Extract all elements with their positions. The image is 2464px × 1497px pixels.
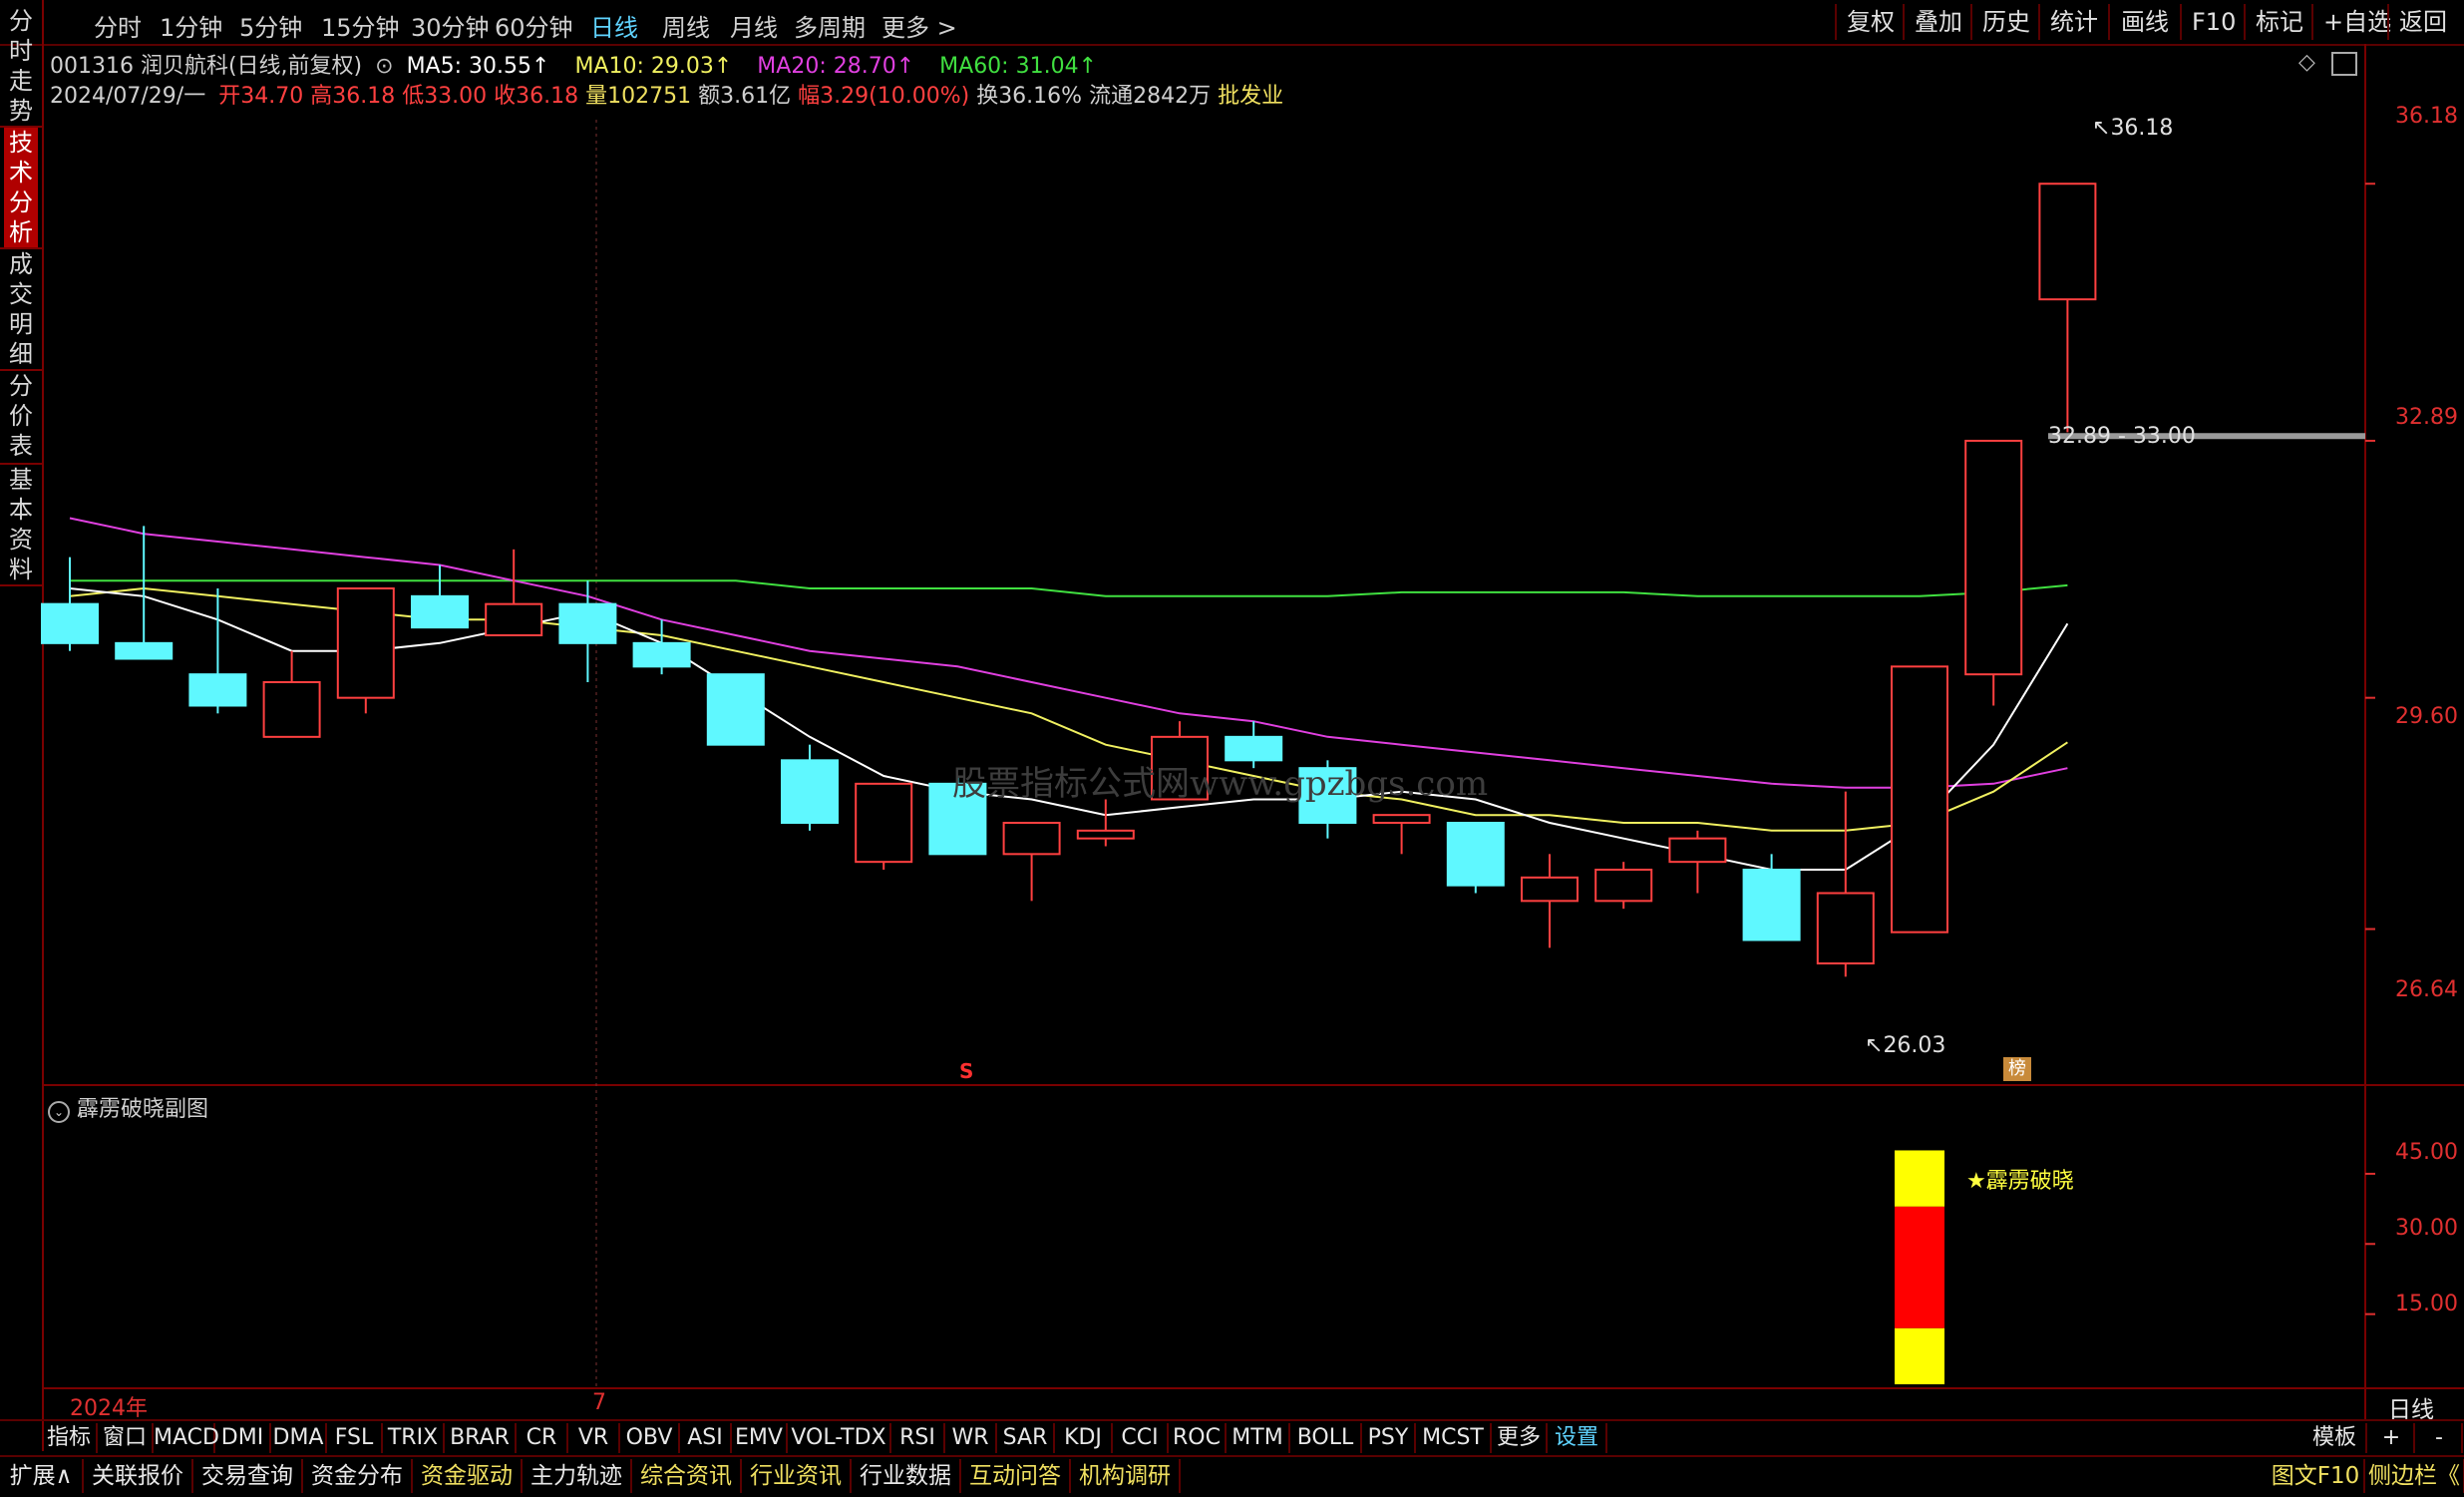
sub-axis-label: 45.00 (2395, 1140, 2458, 1165)
indicator-tab[interactable]: PSY (1362, 1423, 1416, 1453)
indicator-tab[interactable]: CCI (1113, 1423, 1169, 1453)
indicator-tab[interactable]: MTM (1227, 1423, 1290, 1453)
indicator-tab[interactable]: WR (945, 1423, 997, 1453)
indicator-tab[interactable]: 窗口 (98, 1423, 154, 1453)
indicator-tab[interactable]: 设置 (1548, 1423, 1607, 1453)
candle-body (1372, 814, 1431, 825)
candle-body (558, 602, 617, 644)
price-axis-label: 32.89 (2395, 405, 2458, 430)
candle-body (262, 681, 321, 738)
candle-body (1742, 869, 1801, 941)
sub-axis-label: 15.00 (2395, 1292, 2458, 1316)
indicator-right-button[interactable]: + (2369, 1423, 2415, 1453)
candle-body (1002, 822, 1061, 856)
function-tabs-bar: 扩展∧ 关联报价 交易查询 资金分布 资金驱动 主力轨迹 综合资讯 行业资讯 行业数据 互动问答机… (0, 1455, 2464, 1497)
indicator-tab[interactable]: ROC (1169, 1423, 1227, 1453)
candle-body (855, 782, 913, 864)
signal-bar-segment (1895, 1206, 1944, 1328)
candle-body (1521, 876, 1579, 903)
function-tab[interactable]: 行业数据 (852, 1459, 961, 1493)
candle-body (706, 673, 765, 746)
function-tab[interactable]: 互动问答 (961, 1459, 1071, 1493)
indicator-tab[interactable]: KDJ (1055, 1423, 1113, 1453)
time-axis-year: 2024年 (70, 1396, 148, 1421)
indicator-tab[interactable]: EMV (732, 1423, 788, 1453)
candle-body (1594, 869, 1653, 903)
indicator-tab[interactable]: 指标 (42, 1423, 98, 1453)
function-right-button[interactable]: 侧边栏《 (2365, 1459, 2464, 1493)
indicator-tab[interactable]: VR (568, 1423, 620, 1453)
function-tab[interactable]: 扩展∧ (0, 1459, 84, 1493)
candle-body (1891, 665, 1948, 934)
low-price-annotation: ↖26.03 (1865, 1033, 1946, 1058)
candle-body (336, 587, 395, 699)
function-tab[interactable]: 行业资讯 (742, 1459, 852, 1493)
function-tab[interactable]: 机构调研 (1071, 1459, 1181, 1493)
function-tab[interactable]: 主力轨迹 (523, 1459, 632, 1493)
candle-body (1964, 439, 2023, 676)
candle-body (115, 641, 174, 660)
indicator-tab[interactable]: MCST (1416, 1423, 1492, 1453)
candle-body (632, 641, 691, 668)
candle-body (1668, 837, 1727, 864)
signal-bar-segment (1895, 1327, 1944, 1384)
function-tab[interactable]: 关联报价 (84, 1459, 193, 1493)
indicator-tab[interactable]: SAR (997, 1423, 1055, 1453)
function-tab[interactable]: 资金分布 (303, 1459, 413, 1493)
indicator-tab[interactable]: DMI (215, 1423, 271, 1453)
indicator-tab[interactable]: CR (517, 1423, 568, 1453)
indicator-tabs-bar: 指标 窗口 MACD DMI DMA FSL TRIX BRAR CR VR OBV ASI EMV VO… (0, 1419, 2464, 1455)
price-axis-label: 29.60 (2395, 704, 2458, 729)
function-tab[interactable]: 综合资讯 (632, 1459, 742, 1493)
kline-chart[interactable] (0, 0, 2464, 1495)
candle-body (781, 759, 839, 824)
gap-annotation: 32.89 - 33.00 (2048, 424, 2196, 449)
candle-body (188, 673, 247, 707)
indicator-tab[interactable]: OBV (620, 1423, 680, 1453)
indicator-tab[interactable]: BOLL (1290, 1423, 1362, 1453)
chevron-down-icon[interactable]: ⌄ (48, 1101, 70, 1123)
function-right-button[interactable]: 图文F10 (2268, 1459, 2365, 1493)
sub-chart-header: ⌄ 霹雳破晓副图 (48, 1091, 208, 1123)
candle-body (1446, 822, 1505, 887)
signal-label: ★霹雳破晓 (1966, 1169, 2074, 1194)
signal-bar-segment (1895, 1150, 1944, 1207)
indicator-right-button[interactable]: 模板 (2303, 1423, 2367, 1453)
candle-body (2038, 183, 2097, 301)
candle-body (1816, 892, 1875, 964)
s-marker[interactable]: S (959, 1059, 973, 1083)
indicator-right-button[interactable]: - (2417, 1423, 2463, 1453)
indicator-tab[interactable]: MACD (154, 1423, 219, 1453)
sub-axis-label: 30.00 (2395, 1216, 2458, 1241)
function-tab[interactable]: 资金驱动 (413, 1459, 523, 1493)
indicator-tab[interactable]: FSL (327, 1423, 383, 1453)
price-axis-label: 26.64 (2395, 977, 2458, 1002)
function-tab[interactable]: 交易查询 (193, 1459, 303, 1493)
candle-body (411, 594, 469, 629)
time-axis-month: 7 (592, 1390, 606, 1415)
indicator-tab[interactable]: DMA (271, 1423, 327, 1453)
indicator-tab[interactable]: TRIX (383, 1423, 445, 1453)
candle-body (1076, 829, 1135, 840)
sub-chart-title: 霹雳破晓副图 (77, 1097, 209, 1122)
indicator-tab[interactable]: 更多 (1492, 1423, 1548, 1453)
watermark: 股票指标公式网www.gpzbgs.com (952, 764, 1489, 804)
high-price-annotation: ↖36.18 (2092, 116, 2174, 141)
indicator-tab[interactable]: BRAR (445, 1423, 517, 1453)
indicator-tab[interactable]: ASI (680, 1423, 732, 1453)
indicator-tab[interactable]: VOL-TDX (788, 1423, 891, 1453)
price-axis-label: 36.18 (2395, 104, 2458, 129)
candle-body (41, 602, 99, 644)
bang-marker[interactable]: 榜 (2003, 1057, 2031, 1081)
candle-body (485, 602, 543, 637)
indicator-tab[interactable]: RSI (891, 1423, 945, 1453)
